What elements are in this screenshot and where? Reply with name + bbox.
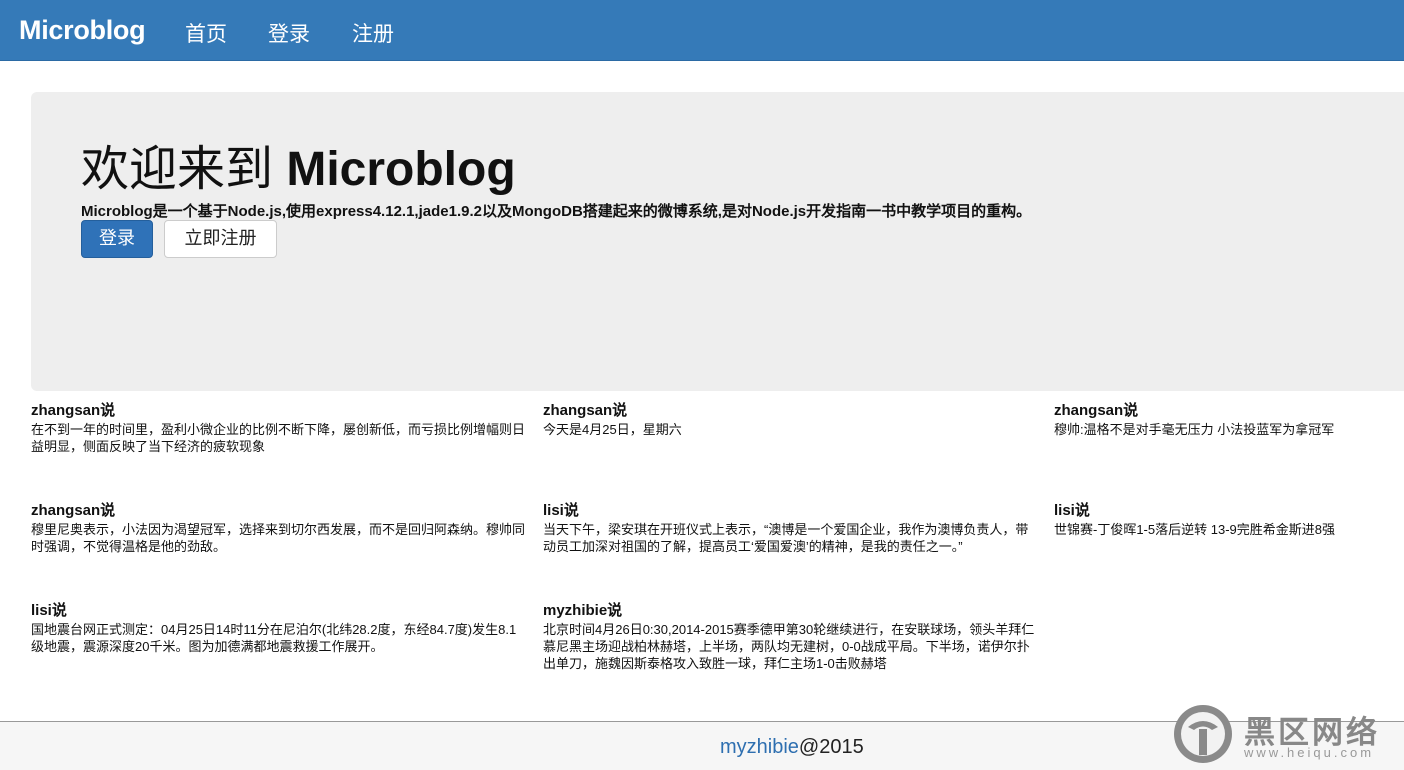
hero-title-prefix: 欢迎来到 [81,143,287,196]
post-item: zhangsan说 在不到一年的时间里，盈利小微企业的比例不断下降，屡创新低，而… [31,401,526,455]
register-button[interactable]: 立即注册 [164,220,277,258]
nav-login[interactable]: 登录 [268,18,310,48]
login-button[interactable]: 登录 [81,220,153,258]
site-watermark: 黑区网络 www.heiqu.com [1170,703,1400,767]
post-author: zhangsan说 [543,402,628,419]
post-author: zhangsan说 [31,402,116,419]
post-content: 穆里尼奥表示，小法因为渴望冠军，选择来到切尔西发展，而不是回归阿森纳。穆帅同时强… [31,522,526,554]
post-content: 今天是4月25日，星期六 [543,422,682,437]
post-content: 世锦赛-丁俊晖1-5落后逆转 13-9完胜希金斯进8强 [1054,522,1335,537]
post-item: zhangsan说 今天是4月25日，星期六 [543,401,1038,438]
post-content: 当天下午，梁安琪在开班仪式上表示，“澳博是一个爱国企业，我作为澳博负责人，带动员… [543,522,1029,554]
post-item: lisi说 国地震台网正式测定：04月25日14时11分在尼泊尔(北纬28.2度… [31,601,526,655]
post-content: 北京时间4月26日0:30,2014-2015赛季德甲第30轮继续进行，在安联球… [543,622,1035,671]
post-item: zhangsan说 穆里尼奥表示，小法因为渴望冠军，选择来到切尔西发展，而不是回… [31,501,526,555]
post-author: lisi说 [1054,502,1090,519]
post-item: zhangsan说 穆帅:温格不是对手毫无压力 小法投蓝军为拿冠军 [1054,401,1394,438]
post-item: lisi说 世锦赛-丁俊晖1-5落后逆转 13-9完胜希金斯进8强 [1054,501,1394,538]
post-content: 穆帅:温格不是对手毫无压力 小法投蓝军为拿冠军 [1054,422,1335,437]
nav-register[interactable]: 注册 [352,18,394,48]
post-item: myzhibie说 北京时间4月26日0:30,2014-2015赛季德甲第30… [543,601,1038,672]
nav-home[interactable]: 首页 [185,18,227,48]
watermark-logo-icon [1174,705,1232,763]
footer-text: myzhibie@2015 [720,736,864,759]
post-author: myzhibie说 [543,602,623,619]
post-item: lisi说 当天下午，梁安琪在开班仪式上表示，“澳博是一个爱国企业，我作为澳博负… [543,501,1038,555]
post-author: zhangsan说 [1054,402,1139,419]
footer-year: @2015 [798,736,864,758]
hero-title: 欢迎来到 Microblog [81,140,516,200]
brand-link[interactable]: Microblog [19,15,146,46]
footer-author-link[interactable]: myzhibie [720,736,799,758]
post-author: zhangsan说 [31,502,116,519]
top-navbar: Microblog 首页 登录 注册 [0,0,1404,61]
watermark-url: www.heiqu.com [1244,745,1375,760]
hero-title-brand: Microblog [286,143,516,196]
hero-description: Microblog是一个基于Node.js,使用express4.12.1,ja… [81,203,1032,220]
post-author: lisi说 [543,502,579,519]
post-content: 在不到一年的时间里，盈利小微企业的比例不断下降，屡创新低，而亏损比例增幅则日益明… [31,422,526,454]
post-content: 国地震台网正式测定：04月25日14时11分在尼泊尔(北纬28.2度，东经84.… [31,622,517,654]
post-author: lisi说 [31,602,67,619]
hero-jumbotron: 欢迎来到 Microblog Microblog是一个基于Node.js,使用e… [31,92,1404,391]
